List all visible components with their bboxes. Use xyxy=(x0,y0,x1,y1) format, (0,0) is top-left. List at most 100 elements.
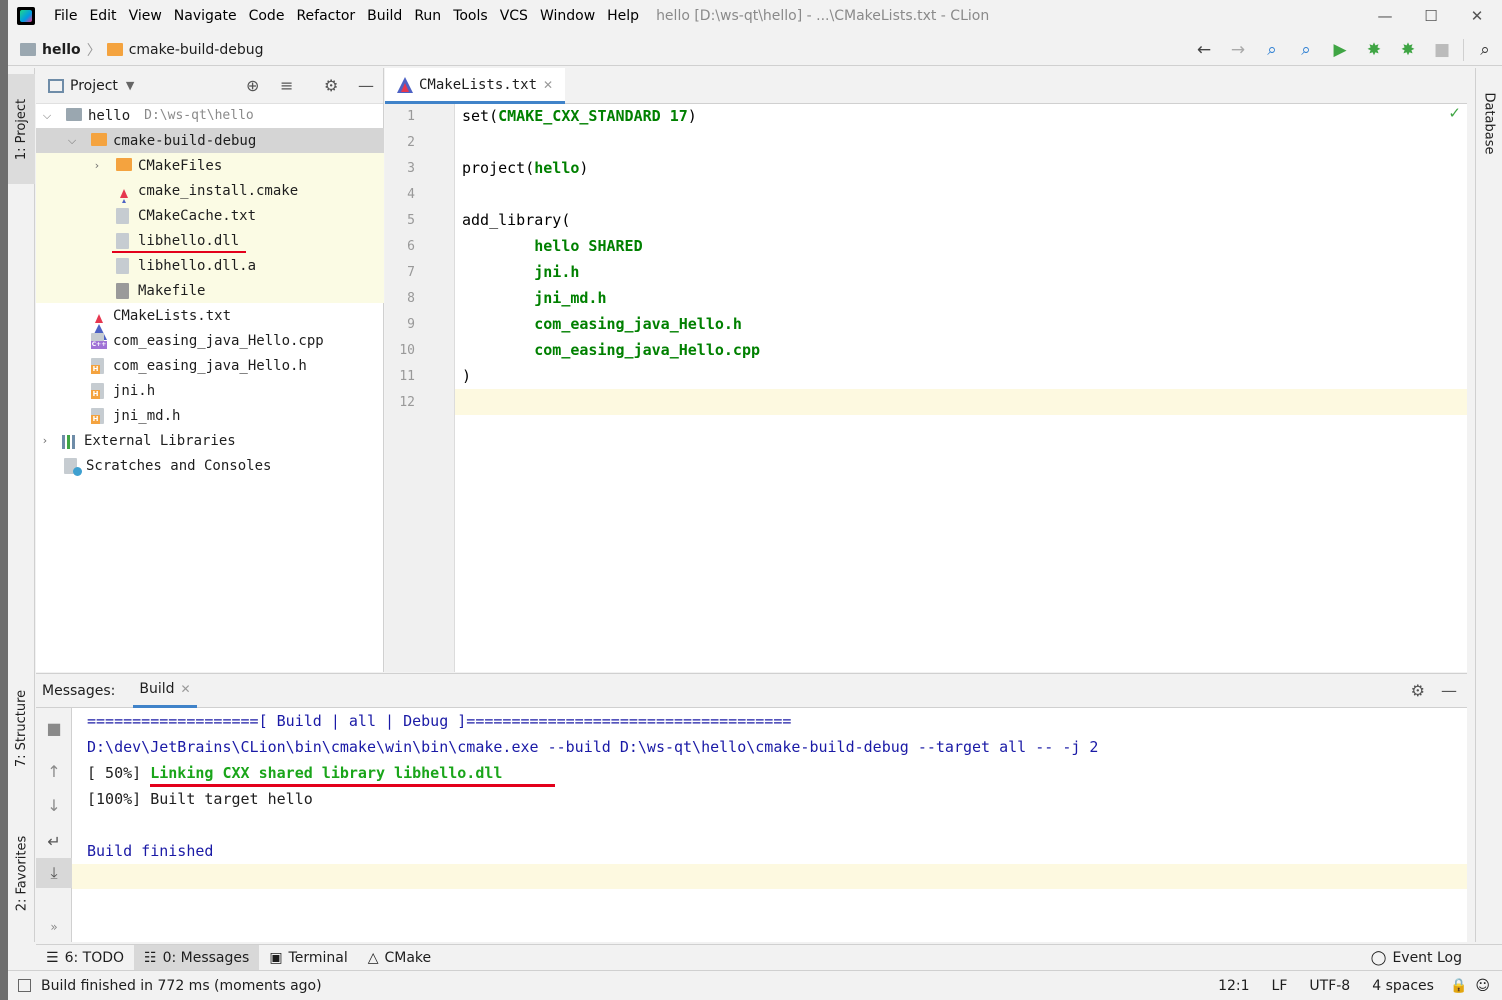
excluded-folder-icon xyxy=(91,132,107,146)
hide-icon[interactable]: — xyxy=(1441,681,1457,700)
chevron-down-icon[interactable]: ⌵ xyxy=(65,134,79,148)
tree-row-cmakecache[interactable]: CMakeCache.txt xyxy=(36,203,384,228)
file-encoding[interactable]: UTF-8 xyxy=(1309,978,1350,994)
tree-row-hello-h[interactable]: H com_easing_java_Hello.h xyxy=(36,353,384,378)
stop-icon[interactable]: ■ xyxy=(36,713,72,743)
build-output[interactable]: ===================[ Build | all | Debug… xyxy=(72,708,1467,942)
arrow-down-icon[interactable]: ↓ xyxy=(36,790,72,820)
tab-cmakelists[interactable]: CMakeLists.txt ✕ xyxy=(385,68,566,104)
menu-run[interactable]: Run xyxy=(408,0,447,32)
line-separator[interactable]: LF xyxy=(1272,978,1288,994)
tree-row-jni-md-h[interactable]: H jni_md.h xyxy=(36,403,384,428)
debug-icon[interactable]: ✸ xyxy=(1357,34,1391,66)
menu-code[interactable]: Code xyxy=(243,0,291,32)
menu-view[interactable]: View xyxy=(123,0,168,32)
tree-label: libhello.dll xyxy=(138,232,240,249)
tool-terminal[interactable]: ▣ Terminal xyxy=(259,945,357,971)
tree-row-root[interactable]: ⌵ hello D:\ws-qt\hello xyxy=(36,103,384,128)
menu-build[interactable]: Build xyxy=(361,0,408,32)
search-replace-icon[interactable]: ⌕ xyxy=(1289,34,1323,66)
forward-arrow-icon[interactable]: → xyxy=(1221,34,1255,66)
minimize-icon[interactable]: — xyxy=(1362,0,1408,32)
tree-row-makefile[interactable]: Makefile xyxy=(36,278,384,303)
messages-label: Messages: xyxy=(42,682,116,699)
menu-file[interactable]: File xyxy=(48,0,83,32)
tree-row-cmakelists[interactable]: CMakeLists.txt xyxy=(36,303,384,340)
status-message[interactable]: Build finished in 772 ms (moments ago) xyxy=(41,978,322,994)
code-editor[interactable]: ✓ set(CMAKE_CXX_STANDARD 17) project(hell… xyxy=(455,104,1467,672)
menu-edit[interactable]: Edit xyxy=(83,0,122,32)
code-line: com_easing_java_Hello.h xyxy=(462,315,742,333)
locate-file-icon[interactable]: ⊕ xyxy=(246,76,259,95)
tab-favorites[interactable]: 2: Favorites xyxy=(8,808,35,938)
tree-row-cmake-install[interactable]: cmake_install.cmake xyxy=(36,178,384,215)
soft-wrap-icon[interactable]: ↵ xyxy=(36,826,72,856)
tool-todo[interactable]: ☰ 6: TODO xyxy=(36,945,134,971)
tree-row-jni-h[interactable]: H jni.h xyxy=(36,378,384,403)
menu-refactor[interactable]: Refactor xyxy=(290,0,361,32)
chevron-right-icon[interactable]: › xyxy=(90,159,104,172)
tree-row-scratches[interactable]: Scratches and Consoles xyxy=(36,453,384,478)
lock-icon[interactable]: 🔒 xyxy=(1450,978,1467,994)
code-text: ) xyxy=(462,367,472,385)
tab-build[interactable]: Build ✕ xyxy=(133,673,197,708)
menu-tools[interactable]: Tools xyxy=(447,0,494,32)
tab-project[interactable]: 1: Project xyxy=(8,74,35,184)
close-tab-icon[interactable]: ✕ xyxy=(543,78,553,92)
project-panel-header: Project ▼ ⊕ ≡ ⚙ — xyxy=(36,68,383,104)
chevron-down-icon[interactable]: ⌵ xyxy=(40,109,54,123)
tool-cmake[interactable]: △ CMake xyxy=(358,945,441,971)
toggle-tool-windows-icon[interactable] xyxy=(18,979,31,992)
output-prefix: [ 50%] xyxy=(87,764,151,782)
tree-row-libhello-dll-a[interactable]: libhello.dll.a xyxy=(36,253,384,278)
tree-label: cmake-build-debug xyxy=(113,132,257,149)
gear-icon[interactable]: ⚙ xyxy=(324,76,338,95)
terminal-icon: ▣ xyxy=(269,949,283,966)
close-window-icon[interactable]: ✕ xyxy=(1454,0,1500,32)
tree-row-cmake-build-debug[interactable]: ⌵ cmake-build-debug xyxy=(36,128,384,153)
back-arrow-icon[interactable]: ← xyxy=(1187,34,1221,66)
hide-icon[interactable]: — xyxy=(358,76,374,95)
close-tab-icon[interactable]: ✕ xyxy=(181,682,191,696)
event-log-icon: ◯ xyxy=(1370,949,1387,966)
menu-help[interactable]: Help xyxy=(601,0,645,32)
makefile-icon xyxy=(116,282,129,299)
breadcrumb-hello[interactable]: hello xyxy=(20,42,81,58)
tree-row-hello-cpp[interactable]: C++ com_easing_java_Hello.cpp xyxy=(36,328,384,353)
maximize-icon[interactable]: ☐ xyxy=(1408,0,1454,32)
editor-gutter: 1 2 3 4 5 6 7 8 9 10 11 12 xyxy=(385,104,455,672)
tree-label: hello xyxy=(88,107,131,124)
tool-label: Event Log xyxy=(1392,949,1462,966)
tool-messages[interactable]: ☷ 0: Messages xyxy=(134,944,260,971)
find-usages-icon[interactable]: ⌕ xyxy=(1255,34,1289,66)
menu-navigate[interactable]: Navigate xyxy=(168,0,243,32)
chevron-down-icon[interactable]: ▼ xyxy=(126,79,134,92)
caret-position[interactable]: 12:1 xyxy=(1218,978,1249,994)
more-icon[interactable]: » xyxy=(36,912,72,942)
tree-row-cmakefiles[interactable]: › CMakeFiles xyxy=(36,153,384,178)
project-view-selector[interactable]: Project xyxy=(70,78,118,94)
indent-setting[interactable]: 4 spaces xyxy=(1372,978,1434,994)
menu-vcs[interactable]: VCS xyxy=(494,0,534,32)
tool-event-log[interactable]: ◯ Event Log xyxy=(1361,945,1472,971)
collapse-all-icon[interactable]: ≡ xyxy=(280,76,293,95)
tab-database[interactable]: Database xyxy=(1476,78,1502,168)
tree-row-libhello-dll[interactable]: libhello.dll xyxy=(36,228,384,253)
gear-icon[interactable]: ⚙ xyxy=(1411,681,1425,700)
breadcrumb-cmake-build-debug[interactable]: cmake-build-debug xyxy=(106,42,264,58)
code-text: add_library( xyxy=(462,211,571,229)
tree-row-external-libraries[interactable]: › External Libraries xyxy=(36,428,384,453)
chevron-right-icon[interactable]: › xyxy=(38,434,52,447)
module-folder-icon xyxy=(66,107,82,121)
tab-structure[interactable]: 7: Structure xyxy=(8,668,35,788)
tree-label: com_easing_java_Hello.cpp xyxy=(113,332,324,349)
run-icon[interactable]: ▶ xyxy=(1323,34,1357,66)
arrow-up-icon[interactable]: ↑ xyxy=(36,756,72,786)
menu-window[interactable]: Window xyxy=(534,0,601,32)
debug-with-coverage-icon[interactable]: ✸ xyxy=(1391,34,1425,66)
scroll-to-end-icon[interactable]: ⤓ xyxy=(36,858,72,888)
stop-icon[interactable]: ■ xyxy=(1425,34,1459,66)
search-icon[interactable]: ⌕ xyxy=(1468,34,1502,66)
inspector-icon[interactable]: ☺ xyxy=(1475,978,1490,994)
